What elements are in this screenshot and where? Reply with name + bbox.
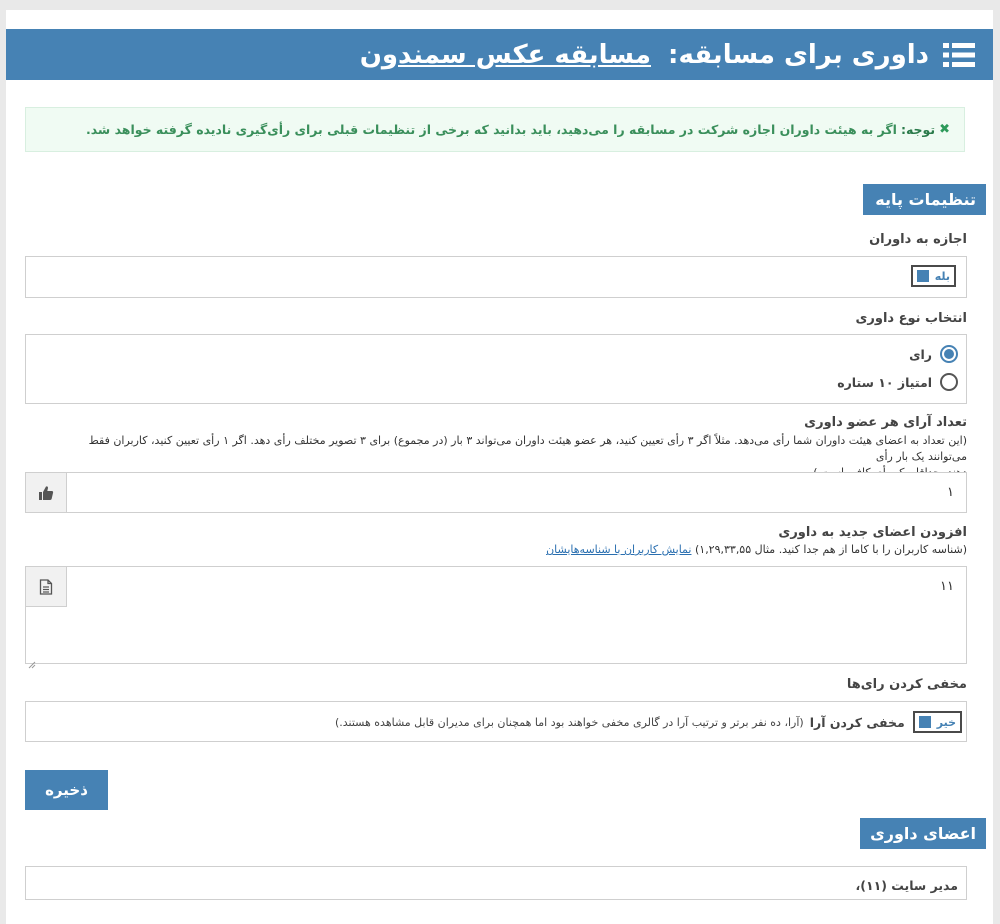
close-icon[interactable]: ✖ — [939, 122, 950, 137]
judge-members-box: مدیر سایت (۱۱)، — [25, 866, 967, 900]
document-icon — [26, 567, 67, 607]
notice-alert: ✖ توجه: اگر به هیئت داوران اجازه شرکت در… — [25, 107, 965, 152]
add-judges-value: ۱۱ — [940, 579, 954, 594]
notice-strong: توجه: — [900, 122, 936, 137]
section-title-basic-settings: تنظیمات پایه — [863, 184, 986, 215]
add-judges-textarea[interactable]: ۱۱ — [25, 566, 967, 669]
hide-votes-option-hint: (آرا، ده نفر برتر و ترتیب آرا در گالری م… — [334, 715, 804, 729]
votes-hint-line1: (این تعداد به اعضای هیئت داوران شما رأی … — [88, 434, 967, 463]
page-title: داوری برای مسابقه: مسابقه عکس سمندون — [360, 40, 929, 70]
page-header: داوری برای مسابقه: مسابقه عکس سمندون — [6, 29, 993, 80]
page: داوری برای مسابقه: مسابقه عکس سمندون ✖ ت… — [6, 10, 993, 924]
radio-unselected-icon[interactable] — [940, 373, 958, 391]
contest-name-link[interactable]: مسابقه عکس سمندون — [360, 40, 651, 70]
hide-votes-option: خیر مخفی کردن آرا (آرا، ده نفر برتر و تر… — [335, 711, 962, 733]
judging-type-label: انتخاب نوع داوری — [855, 311, 967, 326]
add-judges-label: افزودن اعضای جدید به داوری — [778, 525, 967, 540]
hide-votes-toggle-label: خیر — [936, 715, 956, 729]
judge-member-list: مدیر سایت (۱۱)، — [855, 878, 959, 893]
notice-text: اگر به هیئت داوران اجازه شرکت در مسابقه … — [85, 122, 897, 137]
add-judges-hint-text: (شناسه کاربران را با کاما از هم جدا کنید… — [694, 543, 967, 556]
votes-per-judge-label: تعداد آرای هر عضو داوری — [804, 415, 967, 430]
radio-option-vote-label: رای — [909, 346, 932, 362]
hide-votes-label: مخفی کردن رای‌ها — [846, 677, 967, 692]
allow-judges-toggle[interactable]: بله — [910, 265, 956, 287]
checkbox-square-icon — [918, 716, 931, 728]
list-icon — [943, 42, 975, 68]
radio-option-star-rating-label: امتیاز ۱۰ ستاره — [837, 374, 932, 390]
section-title-judge-members: اعضای داوری — [860, 818, 986, 849]
radio-selected-icon[interactable] — [940, 345, 958, 363]
show-user-ids-link[interactable]: نمایش کاربران با شناسه‌هایشان — [546, 543, 691, 556]
allow-judges-label: اجازه به داوران — [869, 232, 967, 247]
allow-judges-box: بله — [25, 256, 967, 298]
thumbs-up-icon — [26, 473, 67, 512]
allow-judges-toggle-label: بله — [934, 269, 950, 283]
resize-handle-icon[interactable] — [28, 654, 36, 669]
radio-option-vote[interactable]: رای — [909, 345, 958, 363]
hide-votes-box: خیر مخفی کردن آرا (آرا، ده نفر برتر و تر… — [25, 701, 967, 742]
votes-per-judge-value: ۱ — [947, 485, 954, 500]
checkbox-square-icon — [916, 270, 929, 282]
judging-type-box: رای امتیاز ۱۰ ستاره — [25, 334, 967, 404]
radio-option-star-rating[interactable]: امتیاز ۱۰ ستاره — [837, 373, 958, 391]
title-prefix: داوری برای مسابقه: — [668, 39, 929, 70]
add-judges-hint: (شناسه کاربران را با کاما از هم جدا کنید… — [546, 542, 967, 558]
save-button[interactable]: ذخیره — [25, 770, 108, 810]
votes-per-judge-input[interactable]: ۱ — [25, 472, 967, 513]
hide-votes-option-label: مخفی کردن آرا — [809, 714, 905, 730]
hide-votes-toggle[interactable]: خیر — [912, 711, 962, 733]
